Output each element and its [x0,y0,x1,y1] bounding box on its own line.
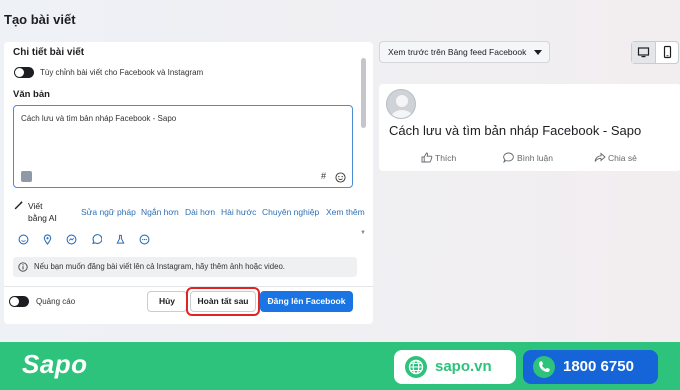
page-title: Tạo bài viết [4,12,76,27]
like-label: Thích [435,153,457,163]
ai-tools-row: Viết bằng AI Sửa ngữ pháp Ngắn hơn Dài h… [13,199,368,225]
instagram-notice: Nếu bạn muốn đăng bài viết lên cả Instag… [13,257,357,277]
cancel-button[interactable]: Hủy [147,291,187,312]
emoji-icon[interactable] [335,172,346,183]
phone-icon [533,356,555,378]
comment-icon [503,152,514,163]
messenger-icon[interactable] [66,234,77,245]
comment-label: Bình luận [517,153,553,163]
preview-placement-select[interactable]: Xem trước trên Bảng feed Facebook [379,41,550,63]
ai-funny-link[interactable]: Hài hước [221,207,256,217]
whatsapp-icon[interactable] [91,234,102,245]
customize-toggle[interactable] [14,67,34,78]
ai-fix-grammar-link[interactable]: Sửa ngữ pháp [81,207,136,217]
share-label: Chia sẻ [608,153,637,163]
chevron-down-icon [534,50,542,55]
ai-professional-link[interactable]: Chuyên nghiệp [262,207,319,217]
customize-label: Tùy chỉnh bài viết cho Facebook và Insta… [40,68,204,77]
post-details-panel: Chi tiết bài viết Tùy chỉnh bài viết cho… [4,42,373,324]
ai-more-link[interactable]: Xem thêm [326,207,365,217]
mobile-icon [663,45,672,59]
avatar [386,89,416,119]
emoji-icon[interactable] [18,234,29,245]
globe-icon [405,356,427,378]
hotline-pill[interactable]: 1800 6750 [523,350,658,384]
desktop-preview-button[interactable] [632,42,655,63]
post-text-value: Cách lưu và tìm bản nháp Facebook - Sapo [21,114,177,123]
post-preview-card: Cách lưu và tìm bản nháp Facebook - Sapo… [379,84,680,171]
preview-post-text: Cách lưu và tìm bản nháp Facebook - Sapo [389,123,642,138]
section-title: Chi tiết bài viết [13,47,85,58]
notice-text: Nếu bạn muốn đăng bài viết lên cả Instag… [34,262,285,271]
publish-button[interactable]: Đăng lên Facebook [260,291,353,312]
preview-select-label: Xem trước trên Bảng feed Facebook [388,47,527,57]
ai-longer-link[interactable]: Dài hơn [185,207,215,217]
thumbs-up-icon [421,152,433,163]
magic-pen-icon [14,200,23,210]
website-text: sapo.vn [435,358,492,375]
scroll-down-icon[interactable]: ▼ [360,230,366,236]
ads-toggle[interactable] [9,296,29,307]
hotline-text: 1800 6750 [563,358,634,375]
mobile-preview-button[interactable] [656,42,679,63]
ai-write-label: Viết bằng AI [28,201,57,223]
panel-scrollbar[interactable] [361,58,366,128]
info-icon [18,262,28,272]
hashtag-icon[interactable]: # [321,171,326,181]
website-pill[interactable]: sapo.vn [394,350,516,384]
user-placeholder-icon [391,95,413,118]
text-heading: Văn bản [13,89,50,100]
post-text-input[interactable]: Cách lưu và tìm bản nháp Facebook - Sapo… [13,105,353,188]
ads-label: Quảng cáo [36,297,76,306]
desktop-icon [637,47,650,58]
ai-assist-icon[interactable] [21,171,32,182]
share-icon [594,152,606,162]
device-toggle [631,41,679,64]
ai-shorter-link[interactable]: Ngắn hơn [141,207,179,217]
more-icon[interactable] [139,234,150,245]
lab-icon[interactable] [115,234,126,245]
save-later-highlight [186,287,260,316]
sapo-logo: Sapo [22,349,88,379]
location-icon[interactable] [42,234,53,245]
